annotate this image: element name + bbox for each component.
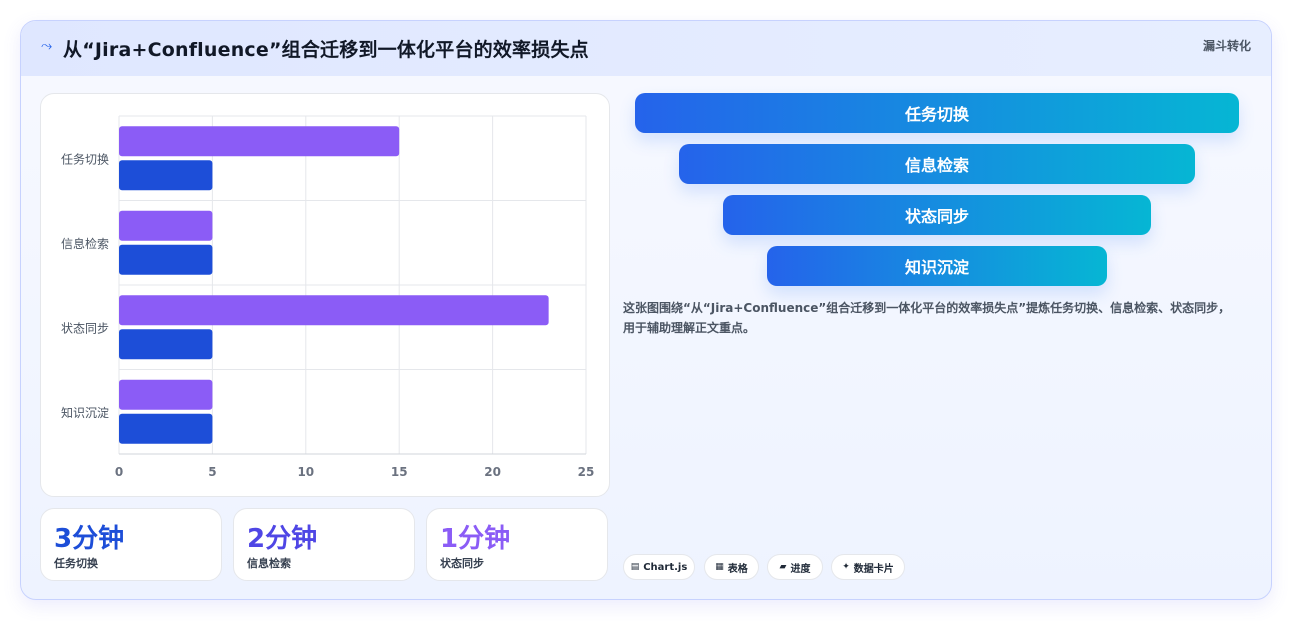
kpi-value: 1分钟 (440, 524, 511, 554)
funnel-step-2: 信息检索 (679, 144, 1195, 184)
pill-label: 表格 (727, 563, 748, 575)
y-tick-label: 信息检索 (61, 236, 109, 251)
bar-secondary (119, 413, 213, 444)
pill-table: ▦ 表格 (704, 554, 759, 580)
bar-secondary (119, 160, 213, 191)
funnel-step-1: 任务切换 (635, 93, 1239, 133)
pill-progress: ▰ 进度 (767, 554, 823, 580)
pill-chartjs: ▤ Chart.js (623, 554, 695, 580)
pill-label: 数据卡片 (853, 563, 894, 575)
x-tick-label: 25 (578, 465, 595, 479)
y-tick-label: 状态同步 (61, 321, 109, 335)
infographic-card: ⤳ 从“Jira+Confluence”组合迁移到一体化平台的效率损失点 漏斗转… (20, 20, 1272, 600)
bar-chart: 0 5 10 15 20 25 任务切换信息检索状态同步知识沉淀 (61, 115, 595, 479)
kpi-label: 任务切换 (54, 557, 98, 570)
bar-secondary (119, 244, 213, 275)
chart-type-tag: 漏斗转化 (1202, 39, 1251, 53)
x-tick-label: 10 (297, 465, 314, 479)
table-icon: ▦ (715, 562, 724, 572)
kpi-label: 状态同步 (440, 557, 484, 570)
bar-primary (119, 126, 400, 157)
y-tick-label: 知识沉淀 (61, 406, 109, 420)
page-title: 从“Jira+Confluence”组合迁移到一体化平台的效率损失点 (63, 39, 589, 61)
kpi-card-task-switch: 3分钟 任务切换 (40, 508, 222, 581)
sparkle-icon: ✦ (842, 562, 850, 572)
chart-description: 这张图围绕“从“Jira+Confluence”组合迁移到一体化平台的效率损失点… (623, 301, 1231, 335)
kpi-value: 3分钟 (54, 524, 125, 554)
chart-panel: 0 5 10 15 20 25 任务切换信息检索状态同步知识沉淀 (40, 93, 610, 497)
x-tick-label: 0 (115, 465, 123, 479)
progress-icon: ▰ (779, 562, 787, 572)
pill-data-card: ✦ 数据卡片 (831, 554, 905, 580)
bar-primary (119, 210, 213, 241)
kpi-card-info-search: 2分钟 信息检索 (233, 508, 415, 581)
pill-label: 进度 (790, 563, 811, 575)
bar-primary (119, 379, 213, 410)
bar-primary (119, 295, 549, 326)
kpi-card-status-sync: 1分钟 状态同步 (426, 508, 608, 581)
bar-secondary (119, 329, 213, 360)
x-tick-label: 5 (208, 465, 216, 479)
card-header: ⤳ 从“Jira+Confluence”组合迁移到一体化平台的效率损失点 漏斗转… (21, 21, 1271, 76)
x-tick-label: 15 (391, 465, 408, 479)
trend-icon: ⤳ (41, 38, 53, 54)
x-tick-label: 20 (484, 465, 501, 479)
kpi-value: 2分钟 (247, 524, 318, 554)
funnel-step-4: 知识沉淀 (767, 246, 1107, 286)
y-tick-label: 任务切换 (61, 151, 109, 166)
chart-icon: ▤ (630, 562, 640, 572)
funnel-step-3: 状态同步 (723, 195, 1151, 235)
pill-label: Chart.js (643, 561, 688, 573)
kpi-label: 信息检索 (247, 557, 291, 570)
